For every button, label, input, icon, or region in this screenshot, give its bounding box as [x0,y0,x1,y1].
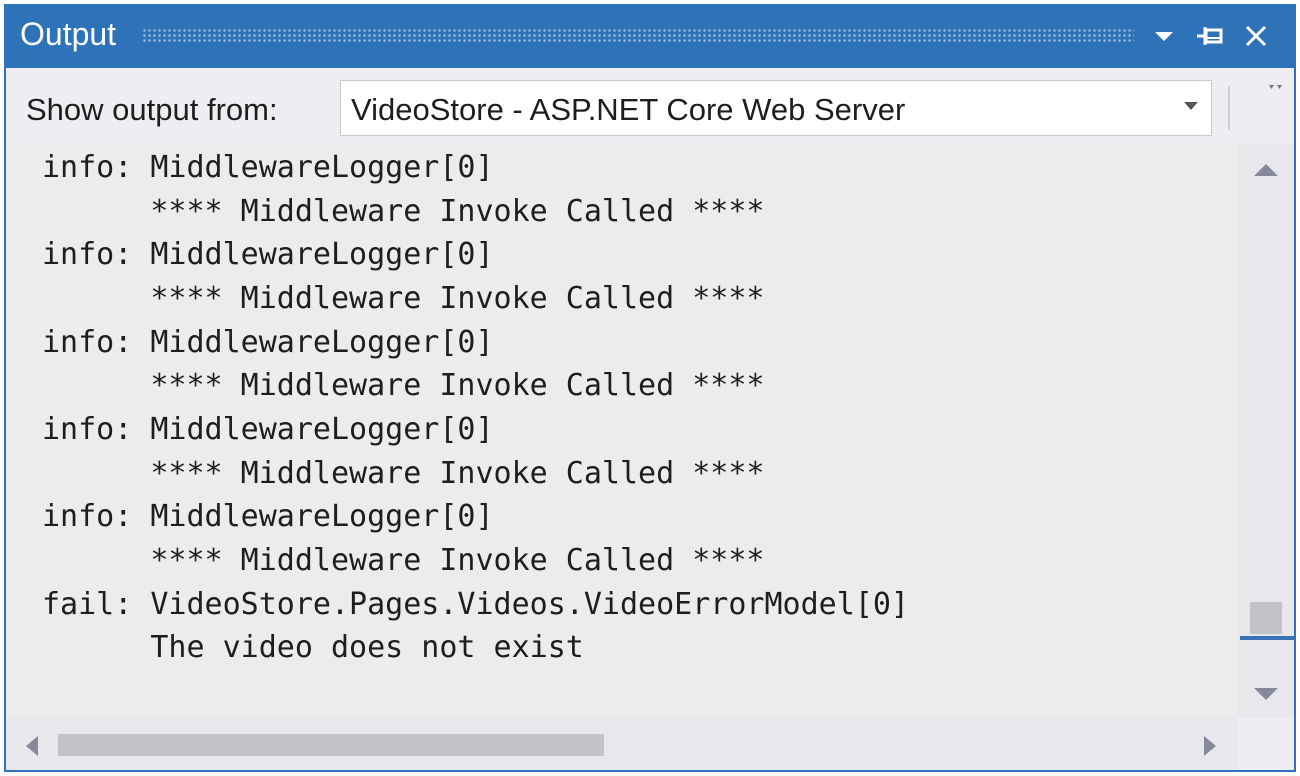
output-window: Output Show output from: VideoStore - AS… [4,4,1296,772]
close-button[interactable] [1236,16,1276,56]
auto-hide-button[interactable] [1190,16,1230,56]
scroll-left-icon[interactable] [24,734,40,758]
vertical-scrollbar[interactable] [1238,144,1294,718]
chevron-down-icon [1155,32,1173,41]
scroll-down-icon[interactable] [1252,686,1280,702]
overflow-chevron-icon[interactable] [1266,82,1286,98]
log-line: **** Middleware Invoke Called **** [42,368,765,403]
log-line: info: MiddlewareLogger[0] [42,150,494,185]
close-icon [1245,25,1267,47]
log-line: info: MiddlewareLogger[0] [42,237,494,272]
log-line: info: MiddlewareLogger[0] [42,325,494,360]
log-line: **** Middleware Invoke Called **** [42,194,765,229]
scroll-position-marker [1240,636,1294,640]
dropdown-arrow-icon [1184,102,1198,110]
toolbar-separator [1228,86,1230,130]
log-line: info: MiddlewareLogger[0] [42,499,494,534]
log-line: **** Middleware Invoke Called **** [42,456,765,491]
title-bar[interactable]: Output [6,6,1294,68]
horizontal-scroll-thumb[interactable] [58,734,604,756]
output-source-value: VideoStore - ASP.NET Core Web Server [351,92,906,127]
log-line: info: MiddlewareLogger[0] [42,412,494,447]
output-toolbar: Show output from: VideoStore - ASP.NET C… [6,68,1294,144]
output-source-dropdown[interactable]: VideoStore - ASP.NET Core Web Server [340,80,1212,136]
vertical-scroll-thumb[interactable] [1250,602,1282,634]
title-grip [142,28,1134,44]
window-title: Output [20,16,117,52]
log-line: fail: VideoStore.Pages.Videos.VideoError… [42,587,909,622]
scrollbar-corner [1238,718,1294,770]
horizontal-scrollbar[interactable] [6,718,1238,770]
log-line: The video does not exist [42,630,584,665]
show-output-label: Show output from: [26,92,278,127]
window-menu-button[interactable] [1144,16,1184,56]
log-line: **** Middleware Invoke Called **** [42,281,765,316]
scroll-right-icon[interactable] [1202,734,1218,758]
scroll-up-icon[interactable] [1252,162,1280,178]
log-line: **** Middleware Invoke Called **** [42,543,765,578]
output-text-area[interactable]: info: MiddlewareLogger[0] **** Middlewar… [6,144,1238,718]
pin-icon [1197,27,1223,45]
